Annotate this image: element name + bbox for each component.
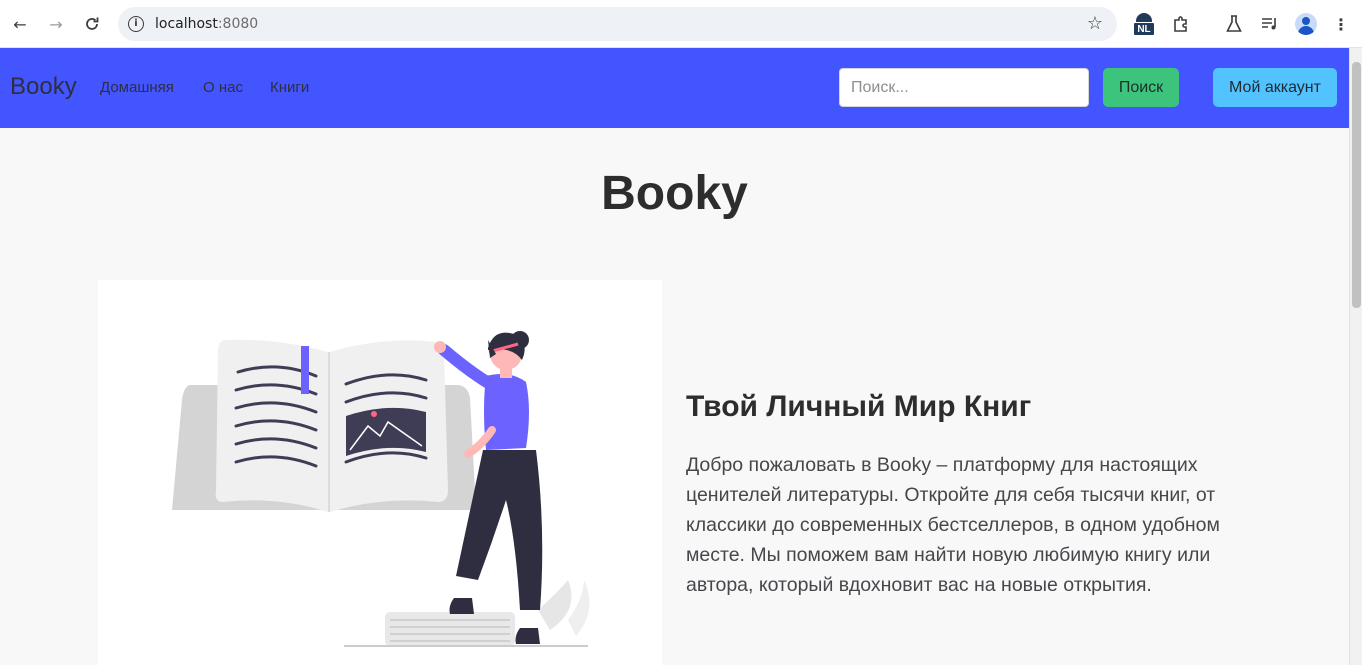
hero-illustration [98, 280, 662, 665]
extensions-puzzle-icon[interactable] [1170, 12, 1192, 36]
forward-arrow-icon[interactable]: → [44, 12, 68, 36]
bookmark-star-icon[interactable]: ☆ [1087, 13, 1103, 34]
reload-icon[interactable] [80, 12, 104, 36]
nav-link-home[interactable]: Домашняя [100, 79, 174, 96]
brand-logo[interactable]: Booky [10, 73, 77, 101]
language-extension-icon[interactable]: NL [1133, 13, 1155, 37]
nav-link-about[interactable]: О нас [203, 79, 243, 96]
scrollbar-thumb[interactable] [1352, 62, 1361, 308]
page-title: Booky [601, 167, 748, 220]
url-text[interactable]: localhost:8080 [155, 16, 258, 32]
search-input[interactable] [839, 68, 1089, 107]
browser-toolbar: ← → i localhost:8080 ☆ NL ⋮ [0, 0, 1362, 48]
reading-woman-illustration [172, 331, 590, 647]
browser-menu-icon[interactable]: ⋮ [1331, 12, 1351, 36]
search-button[interactable]: Поиск [1103, 68, 1179, 107]
profile-avatar-icon[interactable] [1295, 13, 1317, 35]
page-scrollbar[interactable] [1349, 48, 1362, 665]
nav-link-books[interactable]: Книги [270, 79, 309, 96]
address-bar[interactable]: i localhost:8080 ☆ [118, 7, 1117, 41]
site-navbar: Booky Домашняя О нас Книги Поиск Мой акк… [0, 48, 1349, 128]
site-info-icon[interactable]: i [128, 16, 144, 32]
hero-description: Добро пожаловать в Booky – платформу для… [686, 454, 1220, 596]
media-control-icon[interactable] [1259, 12, 1281, 36]
back-arrow-icon[interactable]: ← [8, 12, 32, 36]
my-account-button[interactable]: Мой аккаунт [1213, 68, 1337, 107]
hero-heading: Твой Личный Мир Книг [686, 390, 1032, 423]
labs-flask-icon[interactable] [1223, 12, 1245, 36]
